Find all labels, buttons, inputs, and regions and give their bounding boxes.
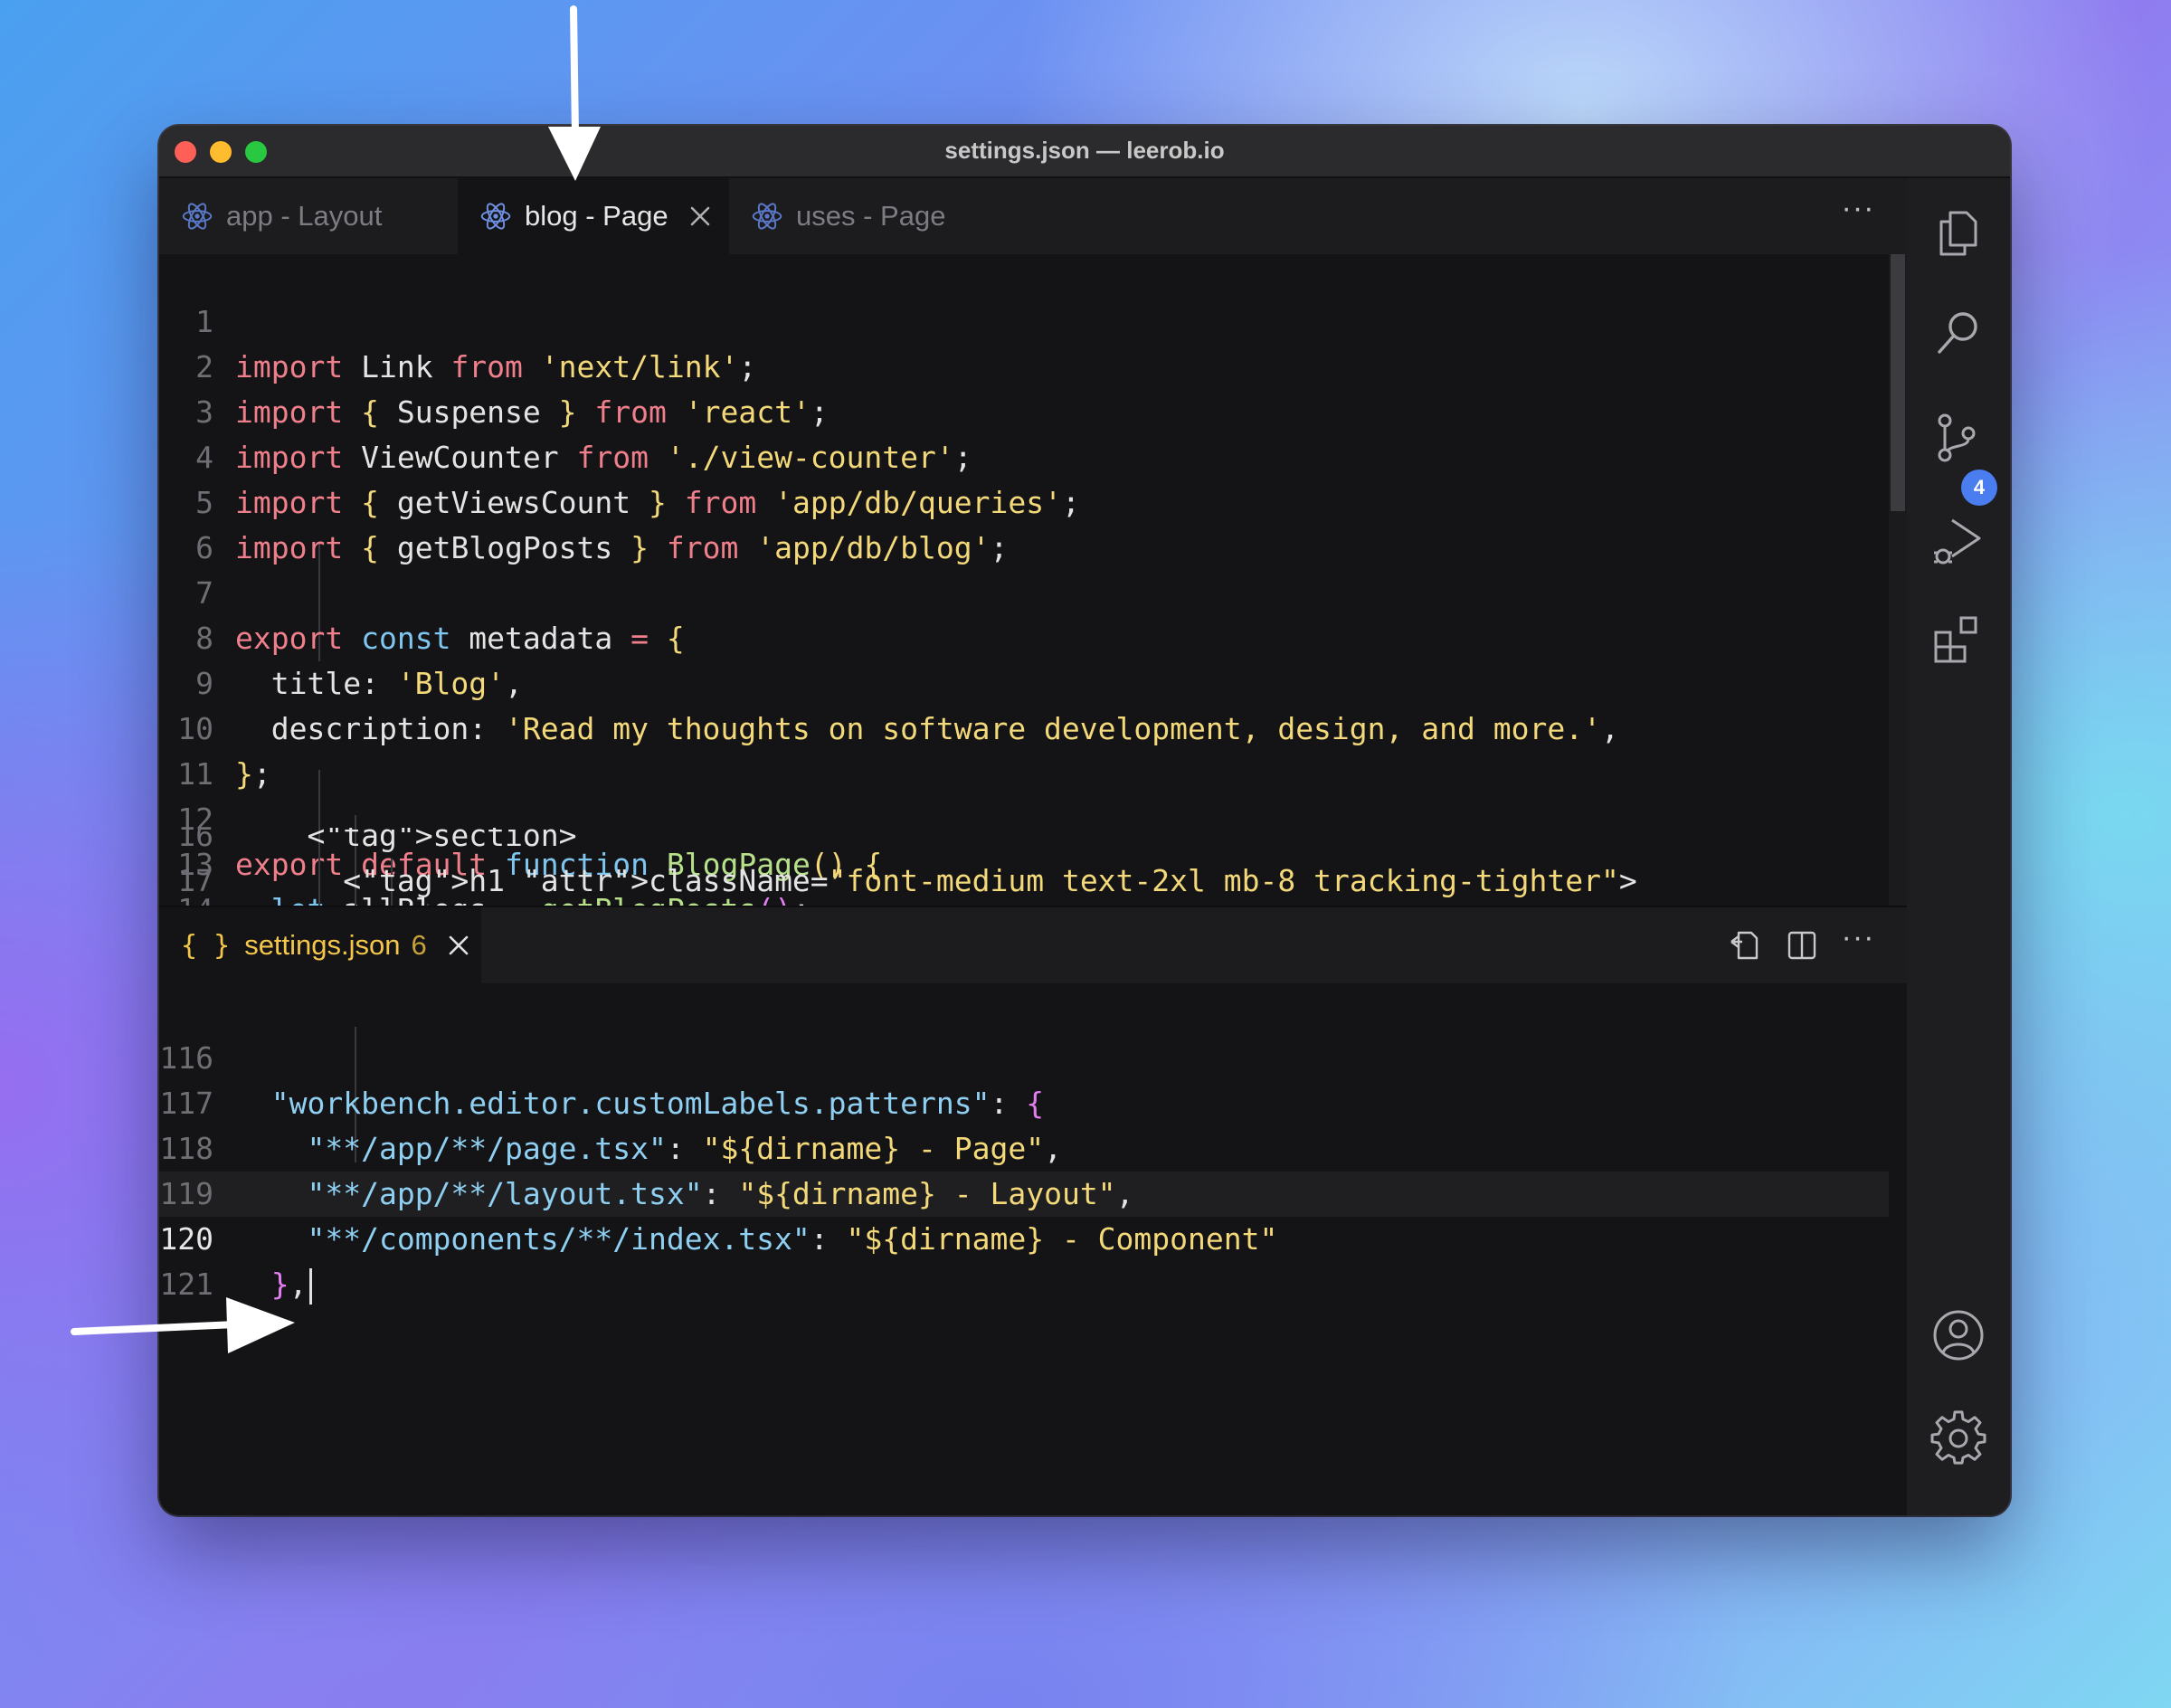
more-actions-icon[interactable]: ···	[1840, 193, 1876, 231]
title-bar: settings.json — leerob.io	[159, 126, 2010, 178]
react-icon	[480, 203, 511, 230]
right-arrow-annotation	[71, 1297, 295, 1353]
line-number: 16	[177, 828, 213, 853]
code-line: 4 import { getViewsCount } from 'app/db/…	[195, 440, 1080, 520]
code-editor[interactable]: 1 import Link from 'next/link'; 2 import…	[159, 254, 1889, 906]
problem-count-badge: 6	[411, 929, 427, 961]
code-line: 12 export default function BlogPage() {	[177, 802, 883, 882]
code-line: 8 title: 'Blog',	[195, 621, 523, 701]
code-line: 3 import ViewCounter from './view-counte…	[195, 394, 972, 475]
code-line: 11	[177, 756, 213, 792]
close-icon[interactable]	[688, 204, 712, 228]
code-line: 6	[195, 530, 213, 565]
more-actions-icon[interactable]: ···	[1840, 922, 1876, 960]
explorer-icon[interactable]	[1930, 205, 1986, 261]
code-line: 1 import Link from 'next/link';	[195, 304, 757, 384]
json-icon: { }	[181, 929, 231, 962]
code-line: 121	[159, 1267, 213, 1302]
close-icon[interactable]	[447, 934, 470, 957]
open-settings-ui-icon[interactable]	[1728, 927, 1764, 963]
code-line: 17 <"tag">h1 "attr">className="font-medi…	[159, 859, 1889, 904]
tab-label: app - Layout	[226, 200, 383, 232]
source-control-icon[interactable]	[1930, 410, 1986, 466]
activity-bar: 4	[1907, 178, 2010, 1515]
code-line: 16 <"tag">section>	[159, 828, 1889, 859]
code-line: 119 "**/components/**/index.tsx": "${dir…	[159, 1176, 1278, 1257]
search-icon[interactable]	[1930, 305, 1986, 361]
tab-label: blog - Page	[525, 200, 668, 232]
account-icon[interactable]	[1930, 1307, 1986, 1363]
window-title: settings.json — leerob.io	[944, 137, 1225, 164]
code-line: 117 "**/app/**/page.tsx": "${dirname} - …	[159, 1086, 1062, 1166]
line-number: 17	[177, 863, 213, 898]
editor-scrollbar-thumb[interactable]	[1891, 254, 1905, 511]
run-debug-icon[interactable]	[1930, 513, 1986, 569]
code-line-current: 120 },	[159, 1172, 1889, 1305]
settings-gear-icon[interactable]	[1930, 1410, 1986, 1466]
code-line: 116 "workbench.editor.customLabels.patte…	[159, 1040, 1045, 1121]
code-line: 7 export const metadata = {	[195, 575, 685, 656]
split-editor-icon[interactable]	[1784, 927, 1820, 963]
editor-tab-bar: app - Layout blog - Page uses - Page ···	[159, 178, 1907, 254]
source-control-badge: 4	[1961, 470, 1997, 506]
code-line: 118 "**/app/**/layout.tsx": "${dirname} …	[159, 1131, 1134, 1211]
react-icon	[182, 203, 213, 230]
down-arrow-annotation	[548, 5, 601, 181]
text-cursor	[308, 1267, 312, 1305]
editor-window: settings.json — leerob.io app - Layout b…	[159, 126, 2010, 1515]
settings-json-editor[interactable]: 116 "workbench.editor.customLabels.patte…	[159, 982, 1889, 1515]
code-line: 5 import { getBlogPosts } from 'app/db/b…	[195, 485, 1009, 565]
tab-app-layout[interactable]: app - Layout	[159, 178, 458, 254]
tab-label: uses - Page	[796, 200, 946, 232]
tab-label: settings.json	[244, 929, 401, 961]
code-line: 9 description: 'Read my thoughts on soft…	[195, 666, 1619, 746]
tab-uses-page[interactable]: uses - Page	[729, 178, 1019, 254]
code-line: 10 };	[177, 711, 271, 792]
line-source: <"tag">h1 "attr">className="font-medium …	[235, 863, 1637, 898]
line-source: <"tag">section>	[235, 828, 577, 853]
settings-editor-tab-bar: { } settings.json 6 ···	[159, 906, 1907, 983]
react-icon	[752, 203, 782, 230]
editor-area: app - Layout blog - Page uses - Page ···…	[159, 178, 1907, 1515]
tab-settings-json[interactable]: { } settings.json 6	[159, 907, 481, 983]
code-line: 2 import { Suspense } from 'react';	[195, 349, 829, 430]
code-editor-continued[interactable]: 16 <"tag">section> 17 <"tag">h1 "attr">cl…	[159, 828, 1889, 906]
extensions-icon[interactable]	[1930, 612, 1986, 669]
